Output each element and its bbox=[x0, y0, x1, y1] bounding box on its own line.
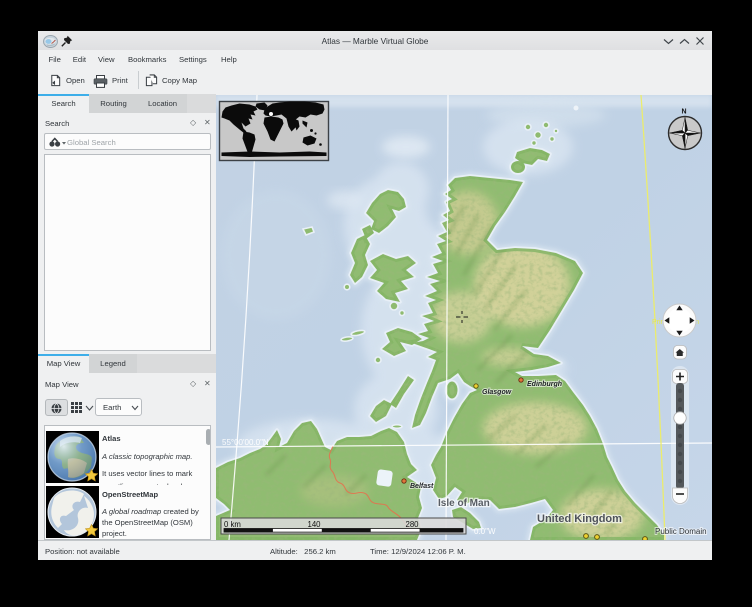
svg-text:N: N bbox=[682, 109, 687, 116]
svg-text:55°00'00.0"N: 55°00'00.0"N bbox=[222, 438, 269, 447]
svg-text:140: 140 bbox=[307, 520, 321, 529]
svg-text:Edinburgh: Edinburgh bbox=[527, 381, 562, 388]
svg-text:Public Domain: Public Domain bbox=[655, 527, 707, 536]
svg-text:Glasgow: Glasgow bbox=[482, 389, 512, 396]
svg-text:0.0"W: 0.0"W bbox=[474, 527, 496, 536]
svg-text:280: 280 bbox=[405, 520, 419, 529]
svg-text:United Kingdom: United Kingdom bbox=[537, 513, 622, 525]
svg-text:Isle of Man: Isle of Man bbox=[438, 498, 490, 509]
svg-text:0 km: 0 km bbox=[224, 520, 241, 529]
svg-text:Belfast: Belfast bbox=[410, 483, 434, 490]
